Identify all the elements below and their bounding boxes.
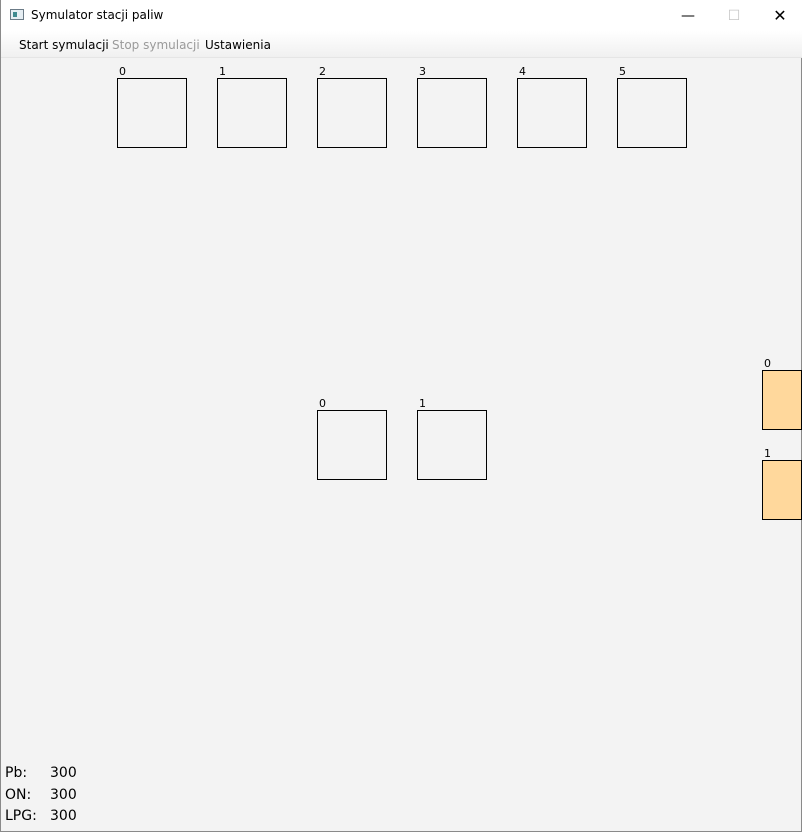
title-bar: Symulator stacji paliw — ☐ ✕ — [1, 0, 802, 31]
fuel-label: Pb: — [5, 765, 28, 781]
fuel-value: 300 — [50, 787, 77, 803]
cash-desk-label: 1 — [419, 397, 426, 410]
queue-label: 1 — [764, 447, 771, 460]
distributor-label: 5 — [619, 65, 626, 78]
fuel-label: ON: — [5, 787, 32, 803]
distributor-label: 2 — [319, 65, 326, 78]
fuel-label: LPG: — [5, 808, 37, 824]
distributor-label: 4 — [519, 65, 526, 78]
distributor-slot — [217, 78, 287, 148]
menu-stop-simulation[interactable]: Stop symulacji — [112, 38, 200, 52]
menu-start-simulation[interactable]: Start symulacji — [19, 38, 109, 52]
distributor-slot — [317, 78, 387, 148]
cash-desk-slot — [417, 410, 487, 480]
distributor-slot — [617, 78, 687, 148]
app-window: Symulator stacji paliw — ☐ ✕ Start symul… — [0, 0, 802, 832]
queue-car — [762, 370, 802, 430]
menu-bar: Start symulacji Stop symulacji Ustawieni… — [1, 31, 802, 58]
distributor-slot — [417, 78, 487, 148]
close-button[interactable]: ✕ — [757, 0, 802, 31]
distributor-label: 1 — [219, 65, 226, 78]
menu-settings[interactable]: Ustawienia — [205, 38, 271, 52]
queue-label: 0 — [764, 357, 771, 370]
fuel-level-lpg: LPG: 300 — [5, 808, 77, 824]
distributor-label: 3 — [419, 65, 426, 78]
queue-car — [762, 460, 802, 520]
distributor-slot — [517, 78, 587, 148]
fuel-value: 300 — [50, 765, 77, 781]
distributor-slot — [117, 78, 187, 148]
maximize-button[interactable]: ☐ — [711, 0, 757, 31]
fuel-level-on: ON: 300 — [5, 787, 77, 803]
fuel-value: 300 — [50, 808, 77, 824]
cash-desk-slot — [317, 410, 387, 480]
app-icon — [10, 9, 24, 20]
cash-desk-label: 0 — [319, 397, 326, 410]
fuel-level-pb: Pb: 300 — [5, 765, 77, 781]
window-title: Symulator stacji paliw — [31, 8, 164, 22]
minimize-button[interactable]: — — [665, 0, 711, 31]
distributor-label: 0 — [119, 65, 126, 78]
